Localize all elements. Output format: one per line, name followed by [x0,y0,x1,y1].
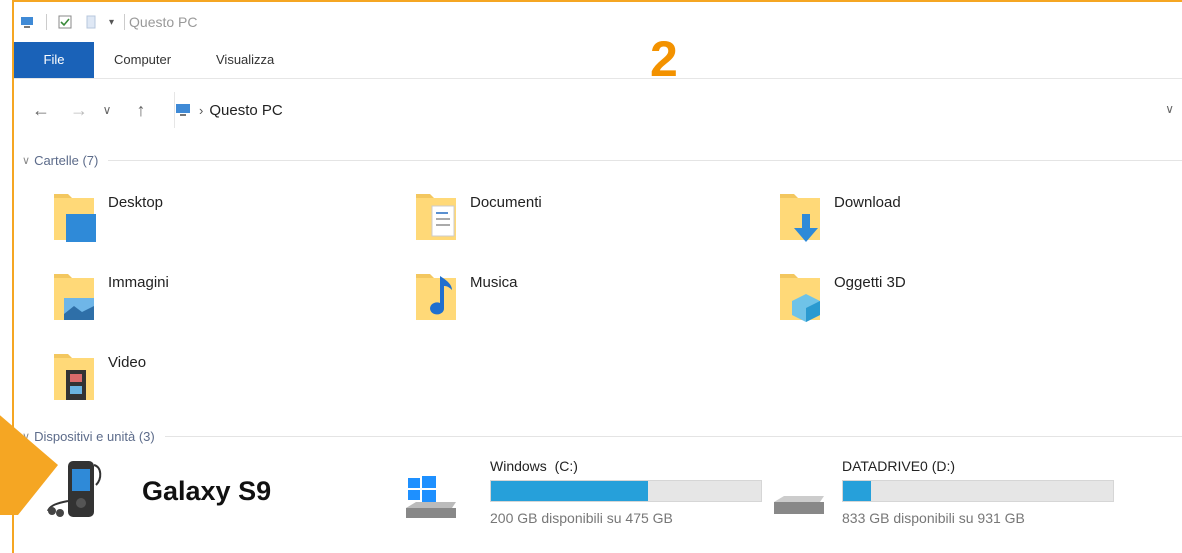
tab-visualizza[interactable]: Visualizza [204,42,286,78]
new-folder-icon[interactable] [83,14,99,30]
device-label-galaxy-s9: Galaxy S9 [142,476,272,506]
pictures-folder-icon [52,268,98,324]
drive-free-space: 833 GB disponibili su 931 GB [842,510,1025,526]
quick-access-dropdown-icon[interactable]: ▾ [109,17,114,28]
hard-drive-icon [774,496,824,514]
folder-label: Immagini [108,274,169,291]
folder-musica[interactable]: Musica [414,268,518,324]
drive-usage-bar [842,480,1114,502]
drive-label: DATADRIVE0 (D:) [842,458,956,474]
breadcrumb-separator-icon[interactable]: › [199,103,203,118]
folder-label: Download [834,194,901,211]
drive-windows-c[interactable]: Windows (C:) 200 GB disponibili su 475 G… [402,458,762,528]
pointer-graphic-decoration [0,415,58,515]
3d-objects-folder-icon [778,268,824,324]
tab-computer[interactable]: Computer [102,42,183,78]
download-folder-icon [778,188,824,244]
windows-drive-icon [406,476,456,518]
ribbon-tabs: File Computer Visualizza [14,42,1182,79]
tab-file[interactable]: File [14,42,94,78]
computer-icon[interactable] [20,14,36,30]
properties-checkbox-icon[interactable] [57,14,73,30]
explorer-window: ▾ Questo PC File Computer Visualizza 2 ←… [12,0,1182,553]
folder-immagini[interactable]: Immagini [52,268,169,324]
back-arrow-icon[interactable]: ← [30,100,52,121]
window-title: Questo PC [129,14,198,30]
title-bar: ▾ Questo PC [14,2,1182,42]
forward-arrow-icon[interactable]: → [68,100,90,121]
drive-usage-bar [490,480,762,502]
drive-label: Windows (C:) [490,458,578,474]
folder-label: Musica [470,274,518,291]
drive-usage-fill [843,481,872,501]
drive-usage-fill [491,481,648,501]
folder-label: Oggetti 3D [834,274,906,291]
collapse-chevron-icon[interactable]: ∨ [22,154,30,167]
folder-label: Desktop [108,194,164,211]
folder-documenti[interactable]: Documenti [414,188,542,244]
address-bar: ← → ∨ ↑ › Questo PC ∨ [14,88,1182,132]
address-box[interactable]: › Questo PC [174,92,1182,128]
folder-label: Video [108,354,147,371]
step-number-annotation: 2 [650,31,678,87]
folder-download[interactable]: Download [778,188,901,244]
breadcrumb-questo-pc[interactable]: Questo PC [209,102,282,119]
folder-desktop[interactable]: Desktop [52,188,163,244]
desktop-folder-icon [52,188,98,244]
devices-group-header[interactable]: ∨ Dispositivi e unità (3) [14,426,1182,446]
folder-video[interactable]: Video [52,348,146,404]
drive-datadrive0-d[interactable]: DATADRIVE0 (D:) 833 GB disponibili su 93… [770,458,1114,528]
music-folder-icon [414,268,460,324]
folder-label: Documenti [470,194,542,211]
up-arrow-icon[interactable]: ↑ [130,100,152,121]
folders-group-header[interactable]: ∨ Cartelle (7) [14,150,1182,170]
folder-oggetti-3d[interactable]: Oggetti 3D [778,268,906,324]
drive-free-space: 200 GB disponibili su 475 GB [490,510,673,526]
video-folder-icon [52,348,98,404]
this-pc-icon [176,104,190,116]
recent-locations-chevron-icon[interactable]: ∨ [100,103,114,117]
documents-folder-icon [414,188,460,244]
address-dropdown-chevron-icon[interactable]: ∨ [1165,102,1174,116]
folders-group-label: Cartelle (7) [34,152,99,168]
